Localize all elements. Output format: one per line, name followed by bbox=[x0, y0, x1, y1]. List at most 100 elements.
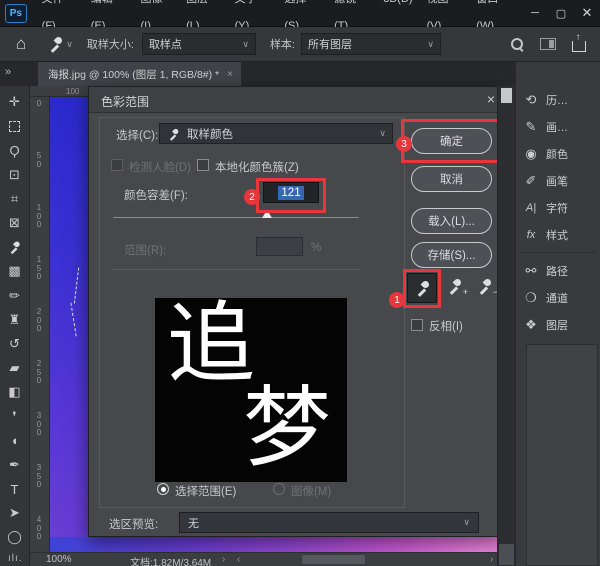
localized-clusters-checkbox[interactable] bbox=[197, 159, 209, 171]
ruler-label: 5 0 bbox=[33, 152, 45, 169]
select-dropdown[interactable]: 取样颜色 ∨ bbox=[159, 123, 393, 144]
zoom-level[interactable]: 100% bbox=[46, 554, 72, 565]
cancel-button[interactable]: 取消 bbox=[411, 166, 492, 192]
panel-character-icon: A| bbox=[516, 202, 546, 214]
chevron-down-icon: ∨ bbox=[234, 39, 249, 50]
sample-value: 所有图层 bbox=[308, 36, 352, 52]
ruler-label: 4 0 0 bbox=[33, 516, 45, 542]
annotation-step-2: 2 bbox=[244, 189, 260, 205]
shape-tool[interactable]: ◯ bbox=[3, 525, 27, 549]
tab-close-icon[interactable]: × bbox=[227, 69, 233, 80]
panel-brushes-label: 画笔 bbox=[546, 173, 568, 189]
move-tool[interactable]: ✛ bbox=[3, 90, 27, 114]
minimize-button[interactable]: ─ bbox=[522, 0, 548, 27]
annotation-step-1: 1 bbox=[389, 292, 405, 308]
clone-stamp-tool[interactable]: ♜ bbox=[3, 308, 27, 332]
chevron-right-icon[interactable]: › bbox=[222, 554, 225, 565]
ruler-label: 3 0 0 bbox=[33, 412, 45, 438]
panel-separator bbox=[520, 252, 596, 253]
panel-styles[interactable]: fx样式 bbox=[516, 221, 600, 248]
ruler-label: 0 bbox=[33, 100, 45, 109]
chevron-right-icon[interactable]: › bbox=[490, 554, 493, 565]
tool-strip-collapse-icon[interactable]: » bbox=[5, 66, 11, 78]
panel-styles-label: 样式 bbox=[546, 227, 568, 243]
history-brush-tool[interactable]: ↺ bbox=[3, 332, 27, 356]
canvas[interactable] bbox=[50, 97, 88, 552]
save-button[interactable]: 存储(S)... bbox=[411, 242, 492, 268]
smudge-tool[interactable]: ❜ bbox=[3, 404, 27, 428]
panel-color-icon: ◉ bbox=[516, 146, 546, 162]
panel-layers-icon: ❖ bbox=[516, 317, 546, 333]
selection-radio[interactable] bbox=[157, 483, 169, 495]
fuzziness-label: 颜色容差(F): bbox=[124, 187, 188, 203]
eyedropper-tool[interactable] bbox=[3, 235, 27, 259]
sample-size-dropdown[interactable]: 取样点 ∨ bbox=[142, 33, 256, 55]
ruler-label: 3 5 0 bbox=[33, 464, 45, 490]
selection-preview-value: 无 bbox=[188, 515, 199, 531]
panel-layers[interactable]: ❖图层 bbox=[516, 311, 600, 338]
panel-history[interactable]: ⟲历… bbox=[516, 86, 600, 113]
range-unit: % bbox=[311, 242, 321, 254]
dialog-close-icon[interactable]: × bbox=[487, 91, 495, 107]
maximize-button[interactable]: ▢ bbox=[548, 0, 574, 27]
panel-brush-settings[interactable]: ✎画… bbox=[516, 113, 600, 140]
scrollbar-block[interactable] bbox=[499, 544, 514, 565]
frame-tool[interactable]: ⊠ bbox=[3, 211, 27, 235]
healing-brush-tool[interactable]: ▩ bbox=[3, 259, 27, 283]
dialog-titlebar[interactable]: 色彩范围 × bbox=[89, 87, 504, 113]
fuzziness-slider[interactable] bbox=[113, 217, 359, 218]
horizontal-ruler: 100 bbox=[30, 86, 88, 97]
eyedropper-icon[interactable] bbox=[48, 37, 63, 52]
eraser-tool[interactable]: ▰ bbox=[3, 356, 27, 380]
load-button[interactable]: 载入(L)... bbox=[411, 208, 492, 234]
gradient-tool[interactable]: ◧ bbox=[3, 380, 27, 404]
selection-preview-dropdown[interactable]: 无 ∨ bbox=[179, 512, 479, 533]
panel-brushes[interactable]: ✐画笔 bbox=[516, 167, 600, 194]
panel-character-label: 字符 bbox=[546, 200, 568, 216]
type-tool[interactable]: T bbox=[3, 477, 27, 501]
eyedropper-subtract-button[interactable]: − bbox=[477, 279, 492, 294]
pen-tool[interactable]: ✒ bbox=[3, 453, 27, 477]
panel-styles-icon: fx bbox=[516, 229, 546, 241]
brush-tool[interactable]: ✏ bbox=[3, 284, 27, 308]
panel-paths[interactable]: ⚯路径 bbox=[516, 257, 600, 284]
workspace-icon[interactable] bbox=[540, 38, 556, 50]
vertical-scrollbar[interactable] bbox=[497, 86, 515, 566]
chevron-down-icon[interactable]: ∨ bbox=[66, 39, 73, 50]
panel-channels[interactable]: ❍通道 bbox=[516, 284, 600, 311]
path-select-tool[interactable]: ➤ bbox=[3, 501, 27, 525]
detect-faces-label: 检测人脸(D) bbox=[129, 159, 191, 175]
image-radio[interactable] bbox=[273, 483, 285, 495]
search-icon[interactable] bbox=[510, 37, 524, 51]
sample-size-label: 取样大小: bbox=[87, 36, 134, 52]
ps-logo-icon: Ps bbox=[5, 4, 27, 23]
menu-bar: Ps 文件(F)编辑(E)图像(I)图层(L)文字(Y)选择(S)滤镜(T)3D… bbox=[0, 0, 600, 27]
dodge-tool[interactable]: ◖ bbox=[3, 429, 27, 453]
ruler-label: 1 0 0 bbox=[33, 204, 45, 230]
marquee-tool[interactable] bbox=[3, 114, 27, 138]
sample-dropdown[interactable]: 所有图层 ∨ bbox=[301, 33, 441, 55]
chevron-down-icon: ∨ bbox=[455, 517, 470, 528]
crop-tool[interactable]: ⌗ bbox=[3, 187, 27, 211]
invert-checkbox[interactable] bbox=[411, 319, 423, 331]
close-button[interactable]: ✕ bbox=[574, 0, 600, 27]
panel-brush-settings-icon: ✎ bbox=[516, 119, 546, 135]
canvas-gradient[interactable] bbox=[50, 537, 497, 552]
panel-dock: ⟲历…✎画…◉颜色✐画笔A|字符fx样式⚯路径❍通道❖图层 bbox=[515, 62, 600, 566]
share-icon[interactable] bbox=[572, 41, 586, 52]
panel-channels-icon: ❍ bbox=[516, 290, 546, 306]
eyedropper-add-button[interactable]: + bbox=[447, 279, 462, 294]
home-icon[interactable]: ⌂ bbox=[16, 34, 26, 54]
panel-character[interactable]: A|字符 bbox=[516, 194, 600, 221]
chevron-left-icon[interactable]: ‹ bbox=[237, 554, 240, 565]
bar-chart-icon: ılı. bbox=[8, 553, 23, 564]
lasso-tool[interactable]: Ϙ bbox=[3, 138, 27, 162]
scrollbar-thumb[interactable] bbox=[501, 88, 512, 103]
range-input bbox=[256, 237, 303, 256]
select-value: 取样颜色 bbox=[187, 126, 233, 142]
eyedropper-icon bbox=[168, 129, 179, 140]
panel-color[interactable]: ◉颜色 bbox=[516, 140, 600, 167]
object-selection-tool[interactable]: ⊡ bbox=[3, 163, 27, 187]
horizontal-scrollbar-thumb[interactable] bbox=[302, 555, 365, 564]
document-tab[interactable]: 海报.jpg @ 100% (图层 1, RGB/8#) * × bbox=[38, 62, 241, 86]
